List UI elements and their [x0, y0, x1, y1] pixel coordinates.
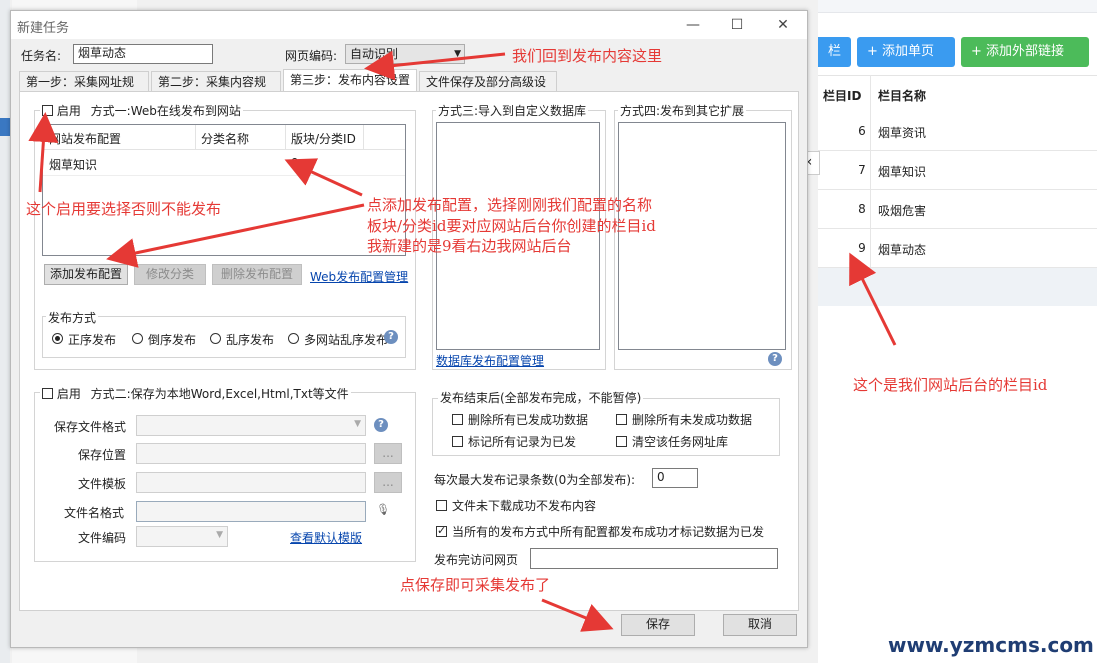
- note-enable: 这个启用要选择否则不能发布: [26, 200, 222, 218]
- arrow-to-backend-id: [849, 252, 897, 346]
- arrow-to-save: [541, 598, 614, 632]
- note-add-config-2: 板块/分类id要对应网站后台你创建的栏目id: [367, 217, 656, 235]
- note-add-config-3: 我新建的是9看右边我网站后台: [367, 237, 572, 255]
- arrow-to-tab: [364, 50, 506, 81]
- note-save: 点保存即可采集发布了: [400, 576, 551, 594]
- note-back-to-publish: 我们回到发布内容这里: [512, 47, 663, 65]
- arrow-to-enable: [28, 112, 59, 193]
- annotation-arrows: [28, 50, 897, 632]
- arrow-to-id: [284, 158, 363, 197]
- note-add-config-1: 点添加发布配置，选择刚刚我们配置的名称: [367, 196, 653, 214]
- note-backend-id: 这个是我们网站后台的栏目id: [853, 376, 1048, 394]
- watermark: www.yzmcms.com: [888, 633, 1094, 657]
